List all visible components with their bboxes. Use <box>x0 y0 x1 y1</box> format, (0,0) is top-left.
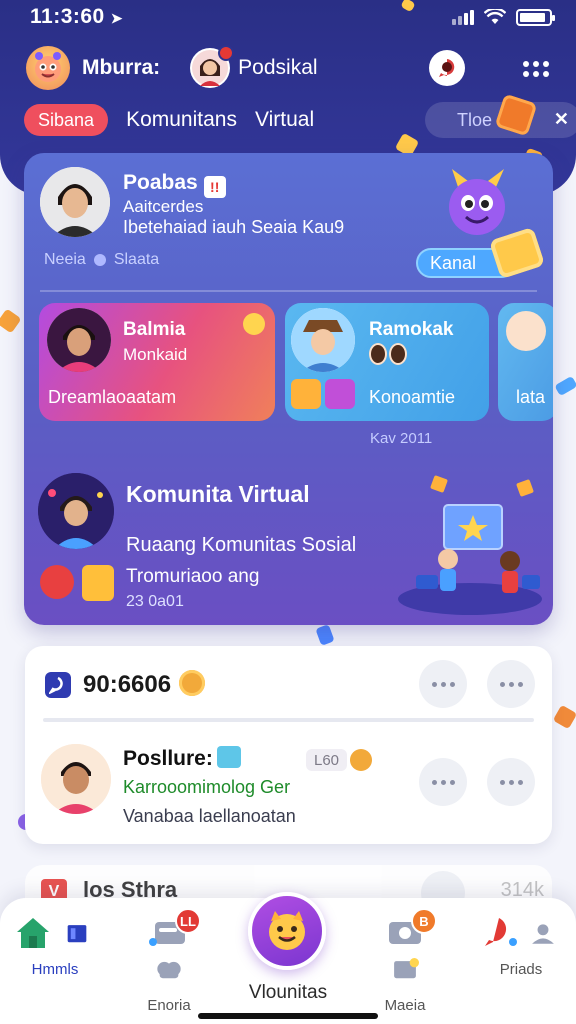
feed-icon <box>67 925 87 943</box>
battery-icon <box>516 8 555 26</box>
nav-home[interactable]: Hmmls <box>10 914 100 978</box>
tag-icon <box>216 746 241 768</box>
emoji-icon <box>243 313 265 335</box>
home-indicator[interactable] <box>198 1013 378 1019</box>
gift-icons <box>40 565 114 601</box>
sub-cards-stamp: Kav 2011 <box>370 430 433 447</box>
more-button[interactable] <box>487 758 535 806</box>
contact-avatar[interactable] <box>190 45 235 88</box>
sub-card-partial[interactable]: lata <box>498 303 553 421</box>
decor-cube <box>315 624 335 646</box>
decor-cube <box>0 308 22 334</box>
profile-description: Ibetehaiad iauh Seaia Kau9 <box>123 217 345 237</box>
sub-card-title: Balmia <box>123 319 186 340</box>
nav-media-label: Maeia <box>384 997 426 1014</box>
nav-profile[interactable]: Priads <box>476 914 566 978</box>
mascot-avatar-icon[interactable] <box>26 46 70 90</box>
meta-left: Neeia <box>44 251 86 268</box>
photo-icon <box>394 958 419 979</box>
tab-virtual[interactable]: Virtual <box>255 108 314 132</box>
post-description: Vanabaa laellanoatan <box>123 806 296 826</box>
tab-komunitans[interactable]: Komunitans <box>126 108 237 132</box>
post-pill: L60 <box>306 749 348 771</box>
star-coin-icon <box>350 749 372 771</box>
sub-card-avatar <box>291 308 355 372</box>
sticker-icons <box>291 379 355 409</box>
coin-icon <box>179 670 206 696</box>
profile-name: Poabas <box>123 171 198 194</box>
gift-icon <box>40 565 74 599</box>
more-button[interactable] <box>487 660 535 708</box>
fab-label: Vlounitas <box>248 982 328 1003</box>
sub-card-title: Ramokak <box>369 319 454 340</box>
decor-cube <box>554 375 576 397</box>
location-arrow-icon: ➤ <box>110 10 123 26</box>
nav-explore-label: Enoria <box>147 997 191 1014</box>
chat-bubble-icon[interactable] <box>429 50 465 86</box>
contact-name: Podsikal <box>238 56 318 79</box>
home-icon <box>16 918 49 948</box>
post-avatar[interactable] <box>41 744 111 814</box>
post-subtitle: Karrooomimolog Ger <box>123 777 291 797</box>
separator-dot <box>93 254 106 266</box>
nav-explore[interactable]: LL Enoria <box>124 908 214 1014</box>
sub-card-ramokak[interactable]: Ramokak Konoamtie <box>285 303 489 421</box>
sub-card-line: Konoamtie <box>369 387 456 407</box>
post-title: Posllure: <box>123 747 213 770</box>
post-card[interactable]: 90:6606 Posllure: L60 Karrooomimolog Ger… <box>25 646 552 844</box>
person-icon <box>532 924 555 944</box>
decor-cube <box>552 704 576 730</box>
profile-meta: Neeia Slaata <box>44 251 159 269</box>
more-grid-icon[interactable] <box>522 55 550 83</box>
profile-subtitle: Aaitcerdes <box>123 197 204 216</box>
virtual-stage-illustration <box>398 475 542 615</box>
notification-dot <box>218 45 235 61</box>
close-icon[interactable]: ✕ <box>554 109 569 130</box>
sub-card-subtitle: Monkaid <box>123 345 188 364</box>
community-fab-button[interactable] <box>248 892 326 970</box>
member-faces <box>369 343 407 365</box>
status-bar: 11:3:60 ➤ <box>0 0 576 34</box>
meta-right: Slaata <box>113 251 160 268</box>
gift-box-icon <box>82 565 114 601</box>
sub-card-line: Dreamlaoaatam <box>48 387 177 407</box>
more-button[interactable] <box>419 758 467 806</box>
search-placeholder: Tloe <box>457 109 493 130</box>
featured-card[interactable]: Poabas!! Aaitcerdes Ibetehaiad iauh Seai… <box>24 153 553 625</box>
profile-avatar[interactable] <box>40 167 110 237</box>
sub-card-avatar <box>47 308 111 372</box>
nav-home-label: Hmmls <box>31 961 79 978</box>
divider <box>43 718 534 722</box>
top-bar: Mburra: Podsikal <box>26 45 556 91</box>
virtual-subtitle: Ruaang Komunitas Sosial <box>126 534 357 556</box>
gamepad-icon <box>157 961 181 979</box>
cellular-signal-icon <box>452 9 474 25</box>
mascot-face-icon <box>269 911 305 950</box>
tab-active[interactable]: Sibana <box>24 104 109 136</box>
explore-badge: LL <box>175 908 201 934</box>
user-name: Mburra: <box>82 56 161 79</box>
verified-badge-icon: !! <box>203 176 226 198</box>
search-pill[interactable]: Tloe ✕ <box>425 93 576 138</box>
divider <box>40 290 537 292</box>
more-button[interactable] <box>419 660 467 708</box>
sub-card-balmia[interactable]: Balmia Monkaid Dreamlaoaatam <box>39 303 275 421</box>
virtual-line: Tromuriaoo ang <box>126 566 260 587</box>
monster-mascot-icon <box>449 169 505 235</box>
code-value: 90:6606 <box>83 671 172 698</box>
notification-icon <box>484 918 517 946</box>
wifi-icon <box>484 9 506 24</box>
tab-bar: Sibana Komunitans Virtual Tloe ✕ <box>24 93 576 138</box>
virtual-date: 23 0a01 <box>126 593 184 610</box>
nav-profile-label: Priads <box>499 961 543 978</box>
status-time: 11:3:60 <box>30 5 105 28</box>
chat-app-icon <box>45 672 71 698</box>
media-badge: B <box>411 908 437 934</box>
sub-card-avatar <box>506 311 546 351</box>
sub-card-line: lata <box>516 387 546 407</box>
nav-media[interactable]: B Maeia <box>360 908 450 1014</box>
virtual-title: Komunita Virtual <box>126 481 310 507</box>
virtual-avatar[interactable] <box>38 473 114 549</box>
